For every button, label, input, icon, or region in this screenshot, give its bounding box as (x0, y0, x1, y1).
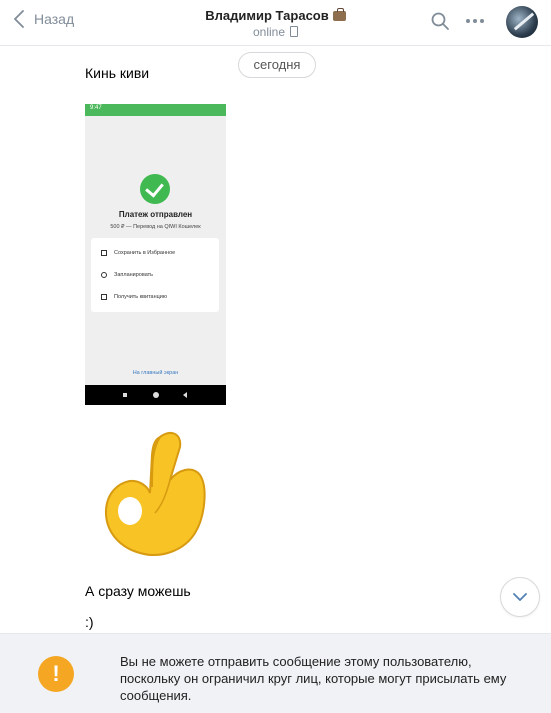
scroll-down-button[interactable] (500, 577, 540, 617)
attached-image[interactable]: 9:47 Платеж отправлен 500 ₽ — Перевод на… (85, 104, 226, 405)
star-icon (101, 250, 107, 256)
payment-options-card: Сохранить в Избранное Запланировать Полу… (91, 238, 219, 312)
date-separator: сегодня (238, 52, 316, 78)
ok-hand-sticker (104, 431, 206, 556)
phone-status-bar: 9:47 (85, 104, 226, 116)
option-schedule: Запланировать (101, 272, 153, 278)
back-triangle-icon (183, 392, 187, 398)
receipt-icon (101, 294, 107, 300)
blocked-notice: ! Вы не можете отправить сообщение этому… (0, 633, 551, 713)
avatar[interactable] (506, 6, 538, 38)
briefcase-icon (332, 8, 346, 21)
message-text: А сразу можешь (85, 583, 191, 599)
home-link: На главный экран (132, 370, 179, 376)
success-check-icon (140, 174, 170, 204)
payment-subtitle: 500 ₽ — Перевод на QIWI Кошелек (110, 224, 201, 230)
more-icon[interactable] (465, 13, 485, 29)
option-receipt: Получить квитанцию (101, 294, 167, 300)
chat-header: Назад Владимир Тарасов online (0, 0, 551, 46)
option-label: Запланировать (114, 272, 154, 278)
mobile-icon (290, 26, 299, 37)
option-label: Получить квитанцию (114, 294, 168, 300)
phone-time: 9:47 (90, 105, 102, 111)
warning-icon: ! (38, 656, 74, 692)
clock-icon (101, 272, 107, 278)
search-icon[interactable] (431, 12, 449, 30)
message-text: :) (85, 614, 94, 630)
square-icon (123, 393, 127, 397)
option-label: Сохранить в Избранное (114, 250, 176, 256)
phone-nav-bar (85, 385, 226, 405)
notice-text: Вы не можете отправить сообщение этому п… (120, 654, 507, 703)
message-text: Кинь киви (85, 65, 150, 81)
contact-name: Владимир Тарасов (205, 8, 329, 23)
option-favorite: Сохранить в Избранное (101, 250, 175, 256)
payment-title: Платеж отправлен (118, 210, 193, 219)
chevron-down-icon (513, 593, 527, 601)
circle-icon (153, 392, 159, 398)
status-text: online (252, 25, 286, 39)
